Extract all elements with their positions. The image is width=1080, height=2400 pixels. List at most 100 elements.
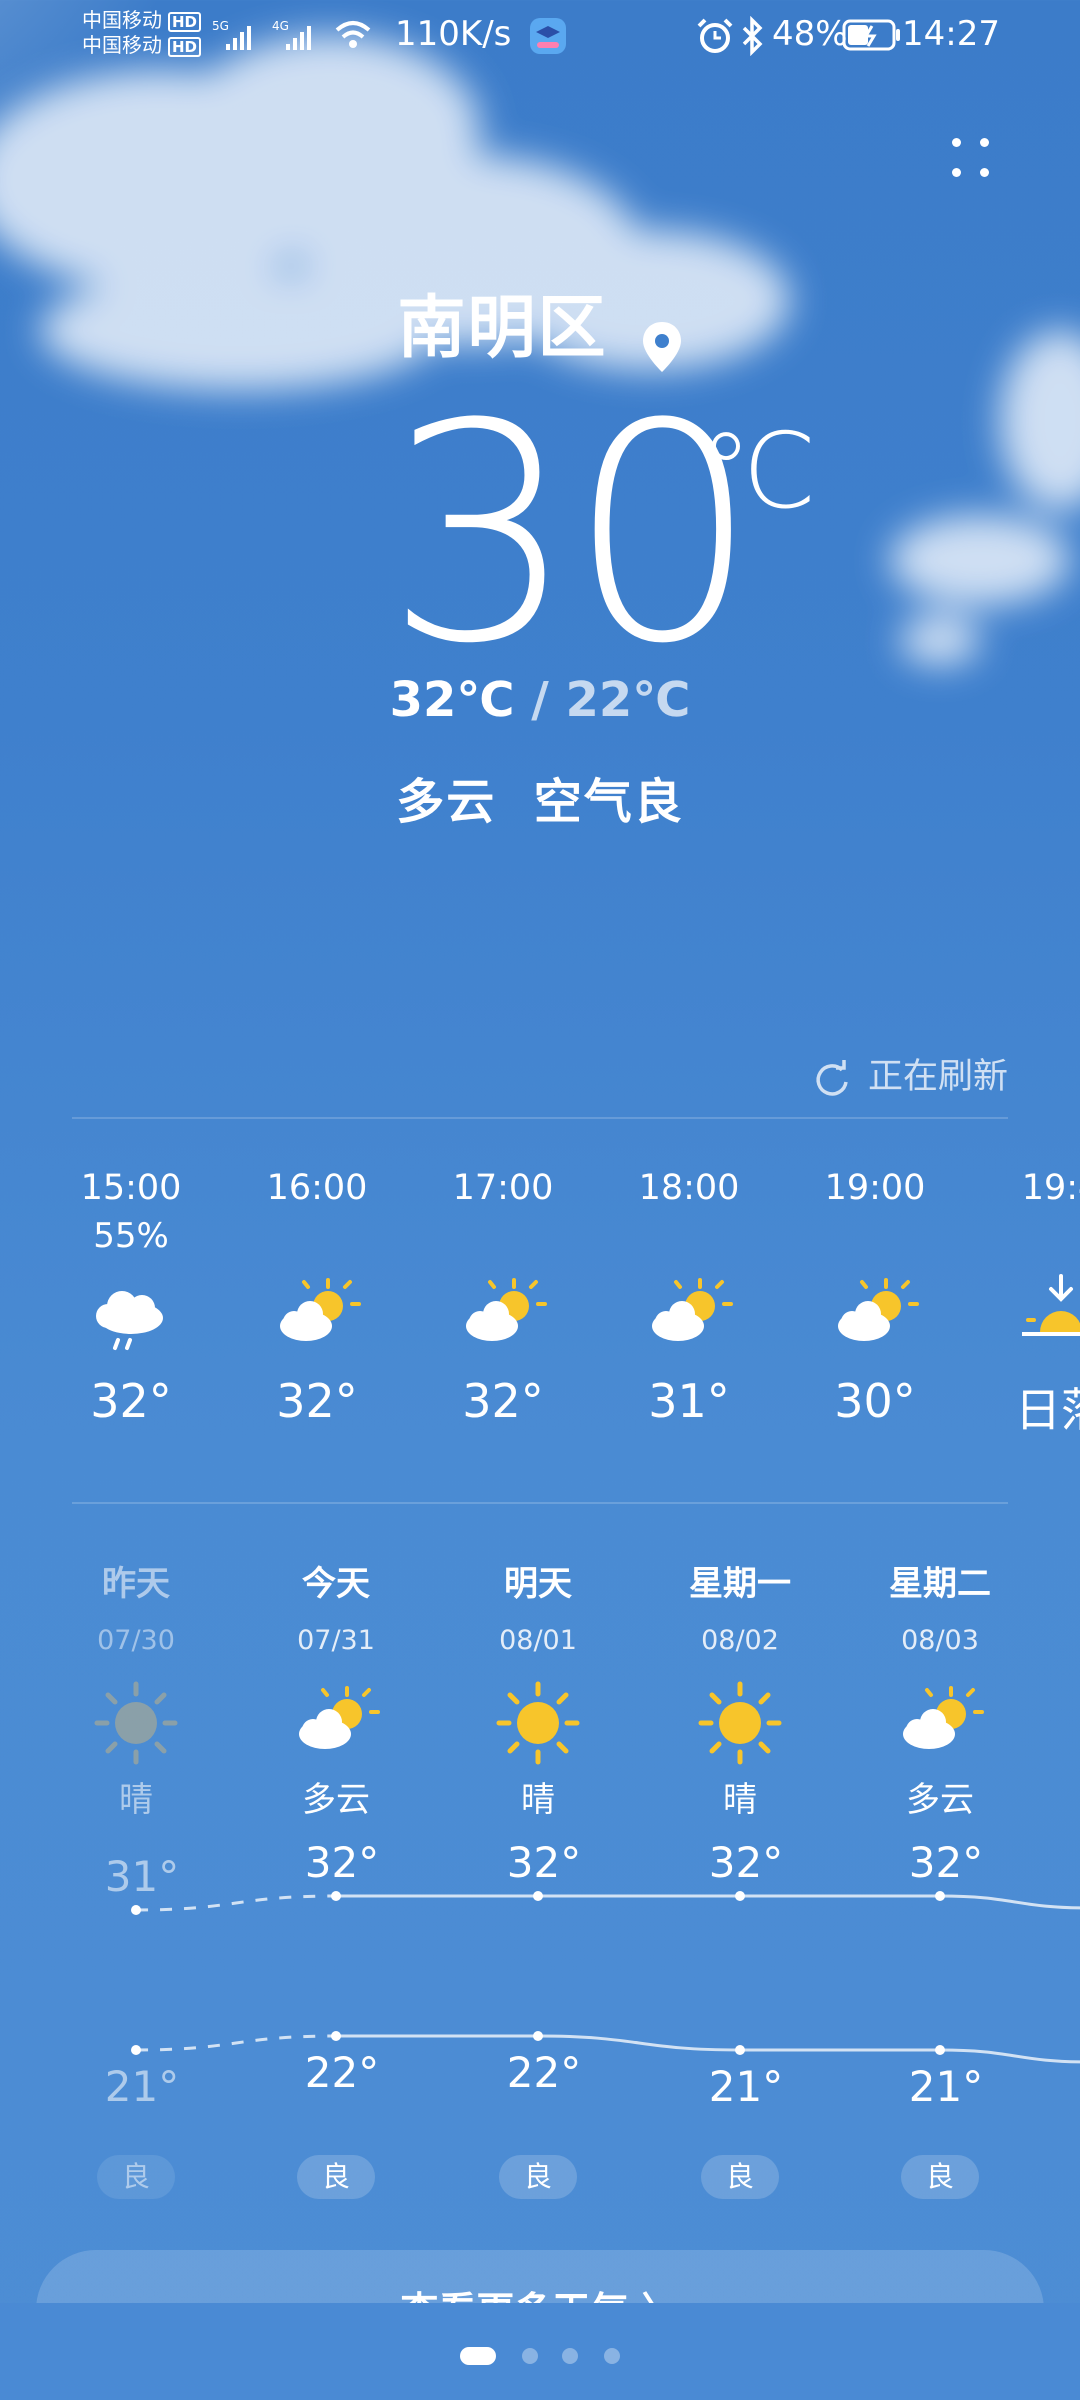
high-trend-line (939, 1894, 1080, 1910)
low-temp-point (735, 2045, 745, 2055)
more-menu-button[interactable] (940, 130, 1000, 190)
partly-cloudy-icon (596, 1270, 782, 1354)
hourly-item[interactable]: 17:00 32° (410, 1168, 596, 1428)
carrier-1: 中国移动 (82, 8, 162, 32)
sun-icon (438, 1678, 638, 1768)
daily-high-temp: 32° (506, 1838, 582, 1887)
low-temp-point (533, 2031, 543, 2041)
hourly-item[interactable]: 19:00 30° (782, 1168, 968, 1428)
page-dot[interactable] (460, 2347, 496, 2365)
daily-day: 星期二 (889, 1564, 991, 1604)
page-dot[interactable] (604, 2348, 620, 2364)
precip-probability (224, 1216, 410, 1264)
air-quality: 空气良 (533, 774, 684, 830)
sun-icon (640, 1678, 840, 1768)
weather-condition: 多云 (396, 774, 497, 830)
divider (72, 1502, 1008, 1504)
high-temp-point (935, 1891, 945, 1901)
hourly-item[interactable]: 18:00 31° (596, 1168, 782, 1428)
daily-high-temp: 32° (304, 1838, 380, 1887)
daily-condition: 晴 (723, 1780, 757, 1820)
air-quality-badge: 良 (297, 2155, 375, 2199)
daily-date: 08/02 (701, 1625, 779, 1656)
high-temp: 32℃ (389, 672, 515, 728)
hourly-temp: 32° (462, 1374, 544, 1428)
hourly-temp: 日落 (1015, 1383, 1080, 1437)
hourly-temp: 30° (834, 1374, 916, 1428)
partly-cloudy-icon (782, 1270, 968, 1354)
daily-item[interactable]: 星期二 08/03 多云 (840, 1556, 1040, 1821)
rain-cloud-icon (38, 1270, 224, 1354)
daily-condition: 多云 (906, 1780, 974, 1820)
carrier-info: 中国移动 HD 中国移动 HD (82, 8, 202, 58)
daily-low-temp: 22° (304, 2048, 380, 2097)
hd-badge: HD (168, 37, 202, 57)
daily-low-temp: 21° (104, 2062, 180, 2111)
net-4g-label: 4G (272, 19, 289, 33)
daily-condition: 晴 (521, 1780, 555, 1820)
hourly-item[interactable]: 19:4 日落 (968, 1168, 1080, 1440)
clock: 14:27 (902, 14, 1000, 54)
page-dot[interactable] (522, 2348, 538, 2364)
low-temp-point (131, 2045, 141, 2055)
battery-percent: 48% (772, 14, 848, 54)
hourly-time: 17:00 (452, 1168, 554, 1208)
hourly-temp: 31° (648, 1374, 730, 1428)
refresh-label: 正在刷新 (867, 1057, 1008, 1097)
hourly-time: 18:00 (638, 1168, 740, 1208)
temperature-unit: ℃ (700, 410, 817, 532)
low-trend-line (939, 2048, 1080, 2064)
sunset-icon (968, 1270, 1080, 1354)
partly-cloudy-icon (840, 1678, 1040, 1768)
wifi-icon (335, 21, 371, 48)
precip-probability (782, 1216, 968, 1264)
daily-item[interactable]: 明天 08/01 晴 (438, 1556, 638, 1821)
daily-high-temp: 32° (908, 1838, 984, 1887)
hourly-temp: 32° (276, 1374, 358, 1428)
hourly-temp: 32° (90, 1374, 172, 1428)
precip-probability (410, 1216, 596, 1264)
daily-low-temp: 21° (708, 2062, 784, 2111)
temp-separator: / (514, 672, 566, 728)
signal-5g-icon: 5G (212, 19, 251, 50)
daily-date: 07/30 (97, 1625, 175, 1656)
daily-condition: 多云 (302, 1780, 370, 1820)
daily-item[interactable]: 星期一 08/02 晴 (640, 1556, 840, 1821)
city-header[interactable]: 南明区 (0, 272, 1080, 374)
high-temp-point (735, 1891, 745, 1901)
refresh-status: 正在刷新 (812, 1048, 1008, 1099)
air-quality-badge: 良 (97, 2155, 175, 2199)
page-dot[interactable] (562, 2348, 578, 2364)
daily-date: 08/03 (901, 1625, 979, 1656)
partly-cloudy-icon (224, 1270, 410, 1354)
current-temperature: 30 (385, 360, 759, 709)
daily-day: 星期一 (689, 1564, 791, 1604)
partly-cloudy-icon (410, 1270, 596, 1354)
hourly-time: 15:00 (80, 1168, 182, 1208)
sun-icon (36, 1678, 236, 1768)
hd-badge: HD (168, 12, 202, 32)
low-temp-point (935, 2045, 945, 2055)
daily-day: 昨天 (102, 1564, 170, 1604)
daily-item[interactable]: 昨天 07/30 晴 (36, 1556, 236, 1821)
air-quality-badge: 良 (499, 2155, 577, 2199)
daily-condition: 晴 (119, 1780, 153, 1820)
net-speed: 110K/s (395, 14, 512, 54)
carrier-2: 中国移动 (82, 33, 162, 57)
air-quality-badge: 良 (701, 2155, 779, 2199)
hourly-item[interactable]: 15:00 55% 32° (38, 1168, 224, 1428)
daily-day: 今天 (302, 1564, 370, 1604)
city-name[interactable]: 南明区 (397, 289, 607, 368)
daily-item[interactable]: 今天 07/31 多云 (236, 1556, 436, 1821)
hourly-item[interactable]: 16:00 32° (224, 1168, 410, 1428)
divider (72, 1117, 1008, 1119)
high-temp-point (131, 1905, 141, 1915)
high-temp-point (533, 1891, 543, 1901)
hourly-time: 19:00 (824, 1168, 926, 1208)
precip-probability: 55% (93, 1216, 169, 1256)
air-quality-badge: 良 (901, 2155, 979, 2199)
alarm-icon (697, 18, 733, 53)
hourly-time: 19:4 (1021, 1168, 1080, 1208)
page-indicator[interactable] (0, 2338, 1080, 2368)
low-temp-point (331, 2031, 341, 2041)
